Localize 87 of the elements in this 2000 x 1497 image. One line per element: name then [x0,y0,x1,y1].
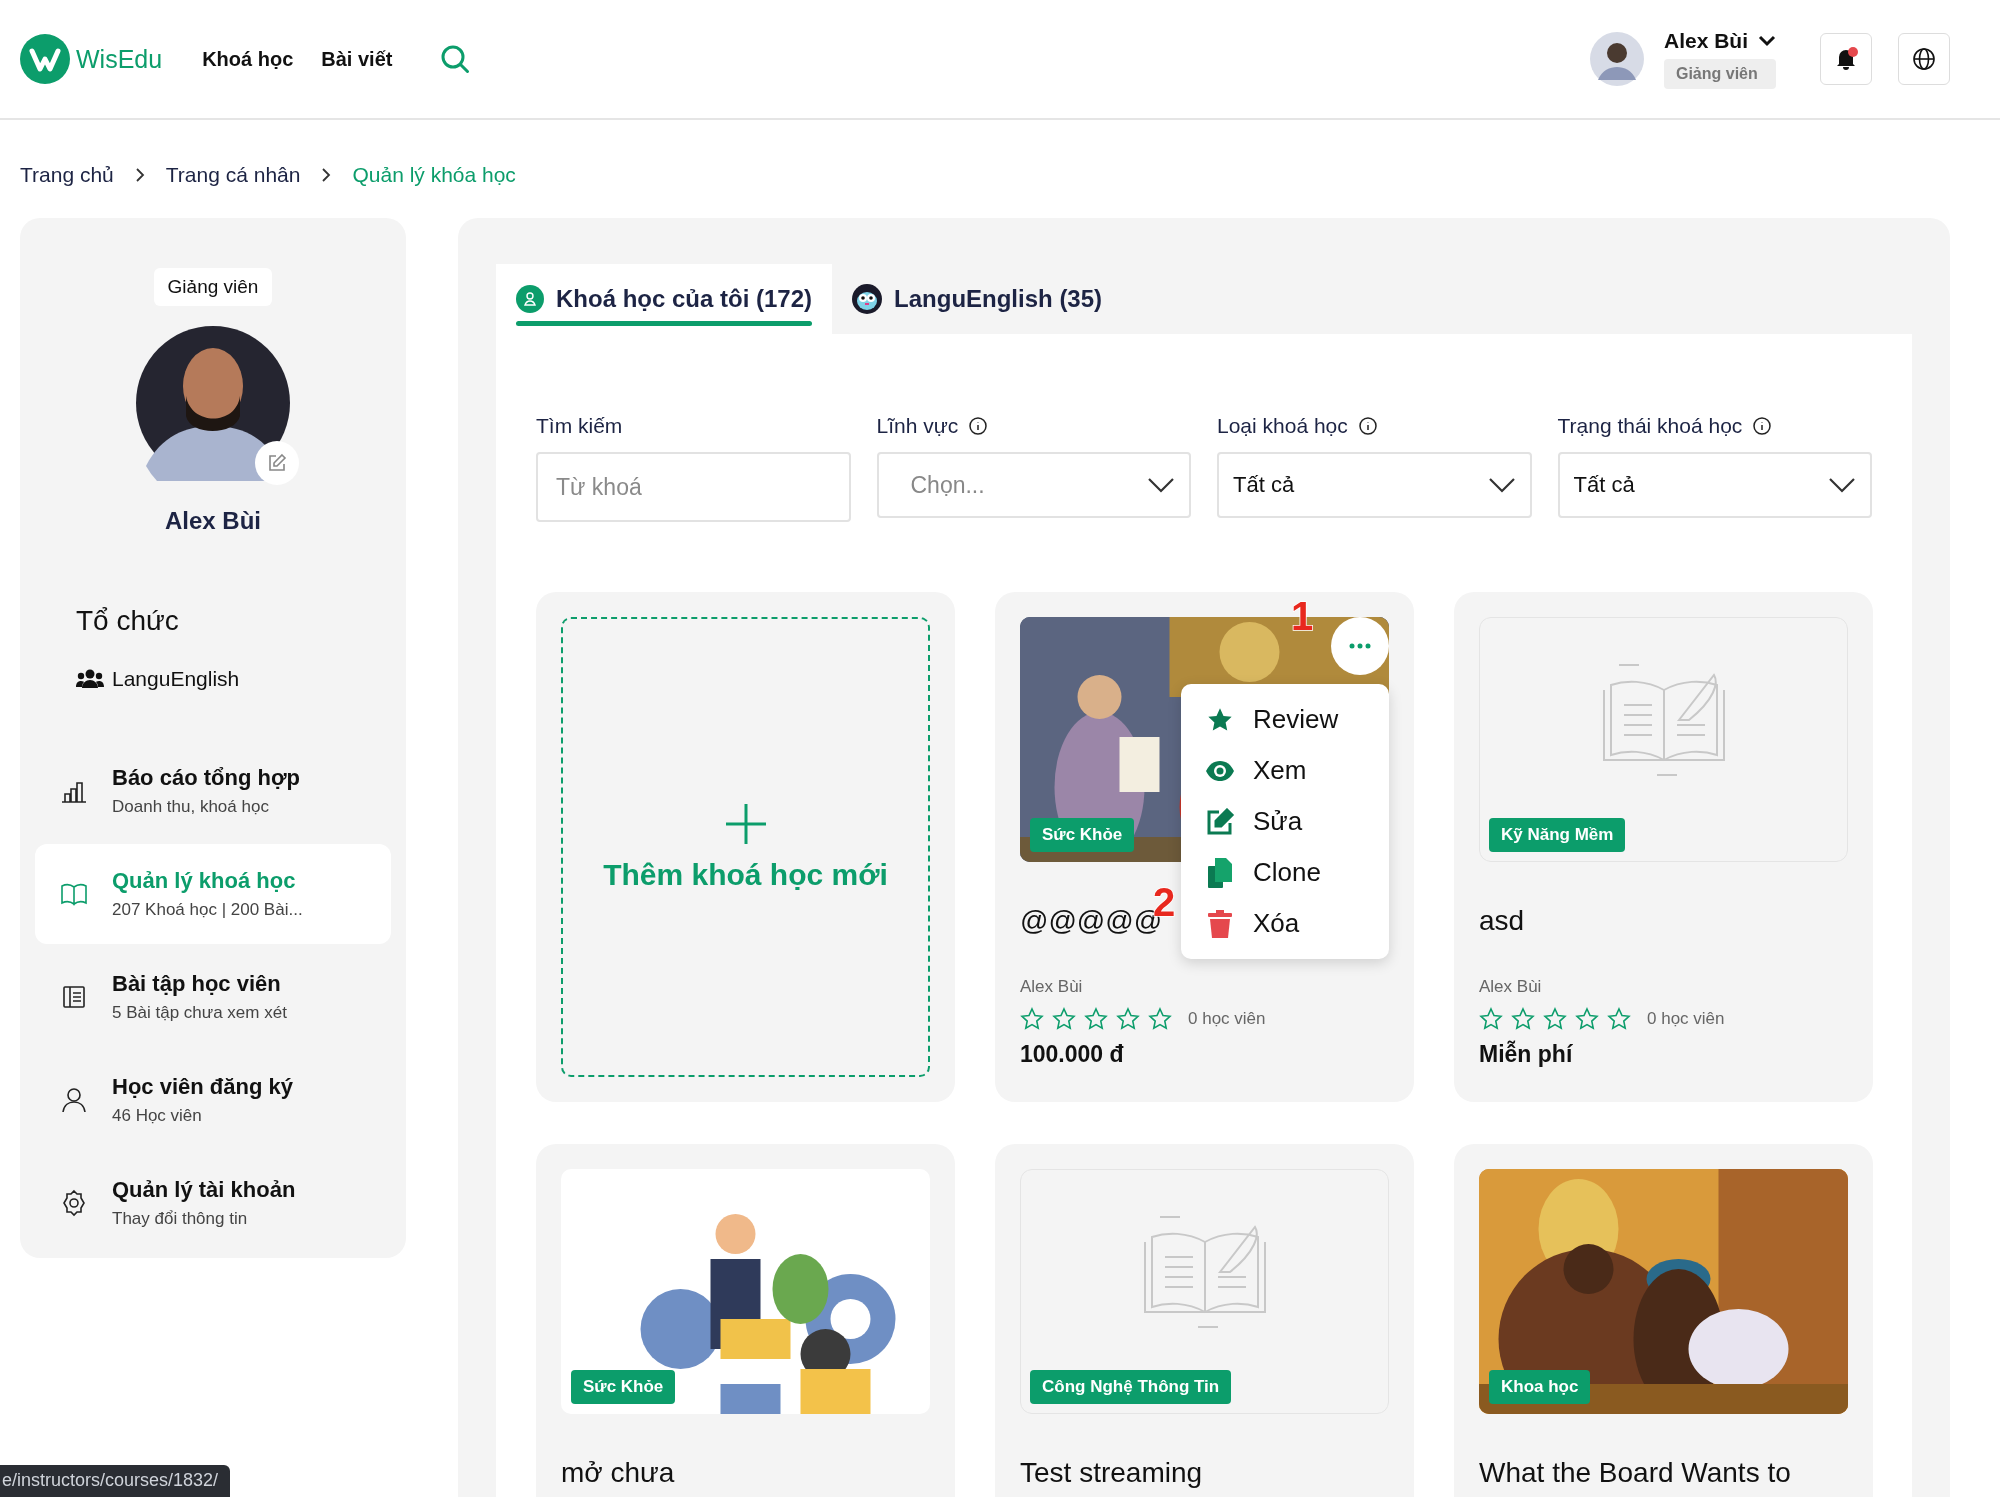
list-icon [60,983,88,1011]
language-button[interactable] [1898,33,1950,85]
course-title: Test streaming [1020,1458,1203,1489]
dropdown[interactable]: Tất cả [1557,452,1872,518]
profile-name: Alex Bùi [165,507,261,535]
eye-icon [1205,759,1235,782]
organization-name[interactable]: LanguEnglish [112,667,240,691]
notification-button[interactable] [1820,33,1872,85]
category-tag: Khoa học [1489,1370,1591,1404]
chevron-right-icon [320,166,333,184]
category-tag: Sức Khỏe [571,1370,676,1404]
menu-subtitle: Thay đổi thông tin [112,1209,249,1229]
student-count: 0 học viên [1188,1008,1266,1029]
edit-avatar-button[interactable] [254,441,299,485]
course-title: mở chưa [561,1458,675,1489]
sidebar-item[interactable]: Quản lý khoá học 207 Khoá học | 200 Bài... [35,844,391,944]
menu-title: Bài tập học viên [112,971,282,997]
menu-subtitle: 46 Học viên [112,1106,203,1126]
breadcrumb-link[interactable]: Quản lý khóa học [352,163,516,187]
filter-label: Loại khoá học [1217,414,1348,438]
role-badge: Giảng viên [153,268,273,306]
menu-subtitle: 207 Khoá học | 200 Bài... [112,900,303,920]
menu-title: Quản lý tài khoản [112,1177,296,1203]
tab[interactable]: Khoá học của tôi (172) [496,264,833,334]
search-icon[interactable] [440,44,471,74]
category-tag: Công Nghệ Thông Tin [1030,1370,1232,1404]
trash-icon [1205,909,1235,938]
filter-label: Trạng thái khoá học [1557,414,1743,438]
sidebar-item[interactable]: Quản lý tài khoản Thay đổi thông tin [35,1153,391,1253]
menu-item[interactable]: Review [1181,694,1389,745]
user-icon [516,285,544,313]
section-heading: Tổ chức [76,605,179,637]
nav-link[interactable]: Bài viết [321,47,393,71]
filter-label: Lĩnh vực [876,414,959,438]
filter-label: Tìm kiếm [536,414,623,438]
author-name: Alex Bùi [1020,976,1084,997]
plus-icon [723,802,768,846]
search-field[interactable]: Từ khoá [536,452,851,522]
sidebar-item[interactable]: Báo cáo tổng hợp Doanh thu, khoá học [35,741,391,841]
course-card[interactable]: Kỹ Năng Mềm asd Alex Bùi 0 học viên Miễn phí [1454,592,1873,1102]
owl-icon [852,284,883,314]
student-count: 0 học viên [1647,1008,1725,1029]
author-name: Alex Bùi [1479,976,1543,997]
menu-title: Quản lý khoá học [112,868,297,894]
category-tag: Sức Khỏe [1030,818,1135,852]
sidebar-item[interactable]: Bài tập học viên 5 Bài tập chưa xem xét [35,947,391,1047]
user-avatar[interactable] [1589,32,1644,86]
globe-icon [1912,47,1936,71]
menu-item[interactable]: Clone [1181,847,1389,898]
course-title: What the Board Wants to [1479,1458,1791,1489]
users-icon [76,669,104,689]
course-card[interactable]: Khoa học What the Board Wants to [1454,1144,1873,1497]
menu-title: Học viên đăng ký [112,1074,293,1100]
breadcrumb-link[interactable]: Trang chủ [20,163,114,187]
user-icon [60,1086,88,1114]
logo-icon [20,34,70,84]
copy-icon [1205,857,1235,888]
course-price: 100.000 đ [1020,1040,1125,1068]
chevron-right-icon [133,166,146,184]
menu-subtitle: Doanh thu, khoá học [112,797,270,817]
chevron-down-icon [1487,477,1516,493]
nav-link[interactable]: Khoá học [202,47,294,71]
dropdown[interactable]: Tất cả [1217,452,1532,518]
menu-item[interactable]: Xem [1181,745,1389,796]
course-card[interactable]: Công Nghệ Thông Tin Test streaming [995,1144,1414,1497]
chevron-down-icon [1828,477,1856,493]
gear-icon [60,1189,88,1217]
menu-title: Báo cáo tổng hợp [112,765,300,791]
edit-icon [266,453,287,473]
more-icon [1349,643,1371,649]
menu-item[interactable]: Xóa [1181,898,1389,949]
dropdown[interactable]: Chọn... [876,452,1191,518]
status-url: e/instructors/courses/1832/ [0,1465,231,1497]
course-title: asd [1479,906,1525,937]
edit-icon [1205,807,1235,836]
chevron-down-icon [1147,477,1175,493]
course-price: Miễn phí [1479,1040,1574,1068]
menu-item[interactable]: Sửa [1181,796,1389,847]
breadcrumb-link[interactable]: Trang cá nhân [165,163,301,187]
sidebar-item[interactable]: Học viên đăng ký 46 Học viên [35,1050,391,1150]
role-badge: Giảng viên [1663,59,1776,89]
menu-subtitle: 5 Bài tập chưa xem xét [112,1003,287,1023]
category-tag: Kỹ Năng Mềm [1489,818,1626,852]
chevron-down-icon[interactable] [1758,35,1776,47]
tab[interactable]: LanguEnglish (35) [832,264,1123,334]
user-name[interactable]: Alex Bùi [1663,29,1748,53]
course-card[interactable]: Sức Khỏe mở chưa [536,1144,955,1497]
